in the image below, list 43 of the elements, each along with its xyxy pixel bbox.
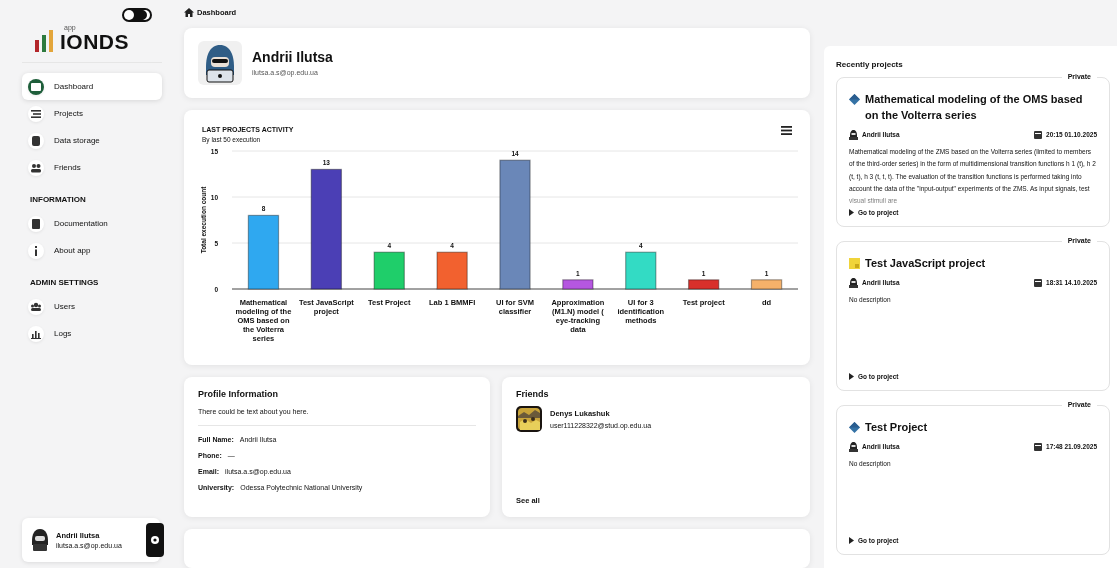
avatar-icon [849,441,858,452]
project-title[interactable]: Test Project [865,420,928,436]
avatar-icon [849,277,858,288]
people-icon [31,162,41,173]
calendar-icon [1034,130,1043,140]
settings-button[interactable] [146,523,164,557]
square-icon [849,258,860,269]
logo-icon [34,30,56,52]
chevron-icon [849,373,854,380]
nav-item[interactable]: Projects [22,100,162,127]
card-title: Friends [516,389,550,400]
project-title[interactable]: Test JavaScript project [865,256,986,272]
logo-text: IONDS [60,31,129,52]
diamond-icon [849,94,860,105]
avatar-icon [849,129,858,140]
avatar-icon [198,40,242,85]
theme-toggle[interactable] [122,8,152,22]
calendar-icon [1034,278,1043,288]
nav-item[interactable]: Documentation [22,210,162,237]
nav-item[interactable]: Dashboard [22,73,162,100]
nav-item[interactable]: Logs [22,320,162,347]
chart-icon [31,328,41,339]
card-title: Profile Information [198,389,279,400]
dashboard-icon [31,81,41,92]
avatar-icon [30,529,50,551]
diamond-icon [849,422,860,433]
panel-title: Recently projects [836,60,904,69]
home-icon [184,8,194,18]
profile-name: Andrii Ilutsa [252,49,333,66]
nav-item[interactable]: About app [22,237,162,264]
list-icon [31,108,41,119]
users-icon [31,301,41,312]
nav-item[interactable]: Data storage [22,127,162,154]
chevron-icon [849,209,854,216]
nav-item[interactable]: Friends [22,154,162,181]
settings-icon [150,535,160,545]
project-title[interactable]: Mathematical modeling of the OMS based on the Volterra series [865,92,1097,124]
section-title: ADMIN SETTINGS [30,278,100,287]
chevron-icon [849,537,854,544]
menu-icon[interactable] [781,125,792,135]
section-title: INFORMATION [30,195,87,204]
calendar-icon [1034,442,1043,452]
nav-item[interactable]: Users [22,293,162,320]
